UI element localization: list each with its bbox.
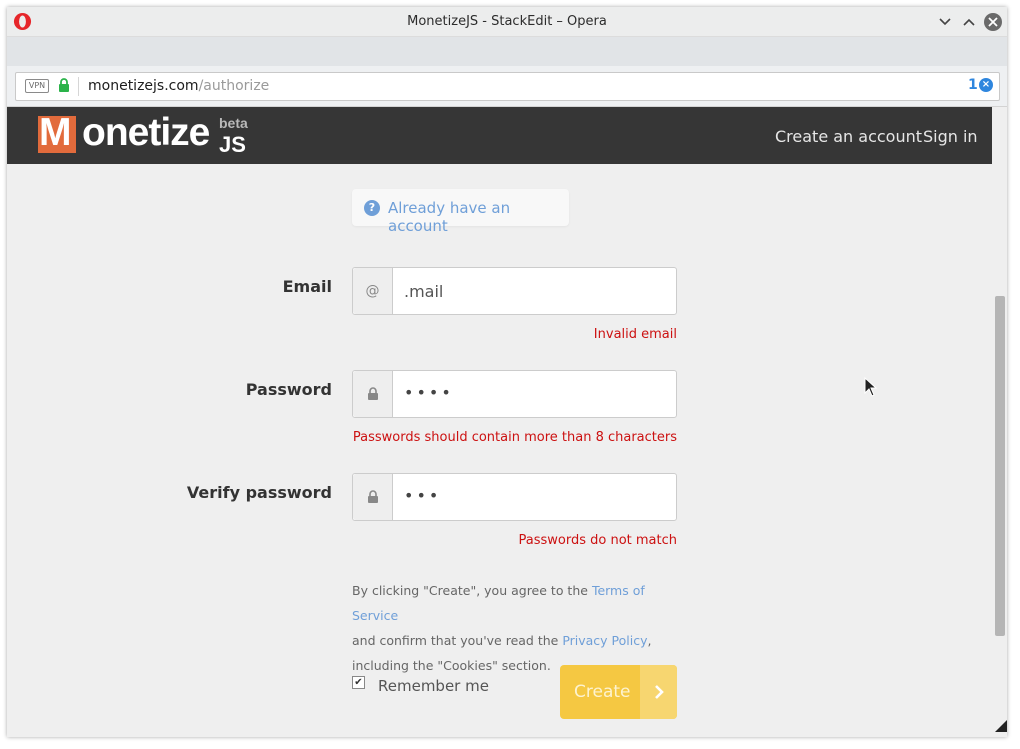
mouse-cursor-icon: [864, 377, 878, 397]
tab-strip: [7, 37, 1007, 66]
adblock-count[interactable]: 1: [968, 77, 978, 93]
url-path: /authorize: [198, 78, 270, 94]
verify-password-input-value: •••: [404, 486, 442, 505]
email-error: Invalid email: [593, 327, 677, 342]
privacy-policy-link[interactable]: Privacy Policy: [562, 633, 647, 648]
url-domain: monetizejs.com: [88, 78, 199, 94]
url-field[interactable]: VPN monetizejs.com/authorize 1 ×: [15, 72, 1000, 101]
create-button[interactable]: Create: [560, 665, 677, 719]
resize-grip-icon[interactable]: [995, 720, 1007, 732]
maximize-button[interactable]: [960, 13, 978, 31]
adblock-icon[interactable]: ×: [979, 78, 993, 92]
chevron-up-icon: [963, 18, 975, 26]
verify-password-label: Verify password: [186, 483, 332, 502]
lock-icon: [353, 371, 393, 417]
address-bar: VPN monetizejs.com/authorize 1 ×: [7, 66, 1007, 107]
nav-create-account-link[interactable]: Create an account: [775, 127, 922, 146]
nav-sign-in-link[interactable]: Sign in: [923, 127, 978, 146]
lock-icon: [353, 474, 393, 520]
chevron-down-icon: [939, 18, 951, 26]
url-text[interactable]: monetizejs.com/authorize: [88, 78, 269, 94]
terms-text-1: By clicking "Create", you agree to the: [352, 583, 592, 598]
logo-beta-tag: beta: [219, 115, 248, 131]
terms-text-2: and confirm that you've read the: [352, 633, 563, 648]
chevron-right-icon: [640, 665, 677, 719]
remember-me-checkbox[interactable]: ✔: [352, 676, 365, 689]
terms-notice: By clicking "Create", you agree to the T…: [352, 578, 692, 678]
site-header: M onetize beta JS Create an account Sign…: [7, 107, 992, 164]
question-icon: ?: [364, 200, 380, 216]
terms-text-4: including the "Cookies" section.: [352, 658, 551, 673]
password-input-value: ••••: [404, 383, 454, 402]
title-bar: MonetizeJS - StackEdit – Opera: [7, 7, 1007, 37]
logo-js-suffix: JS: [219, 132, 246, 157]
secure-lock-icon[interactable]: [58, 78, 70, 93]
password-error: Passwords should contain more than 8 cha…: [352, 430, 677, 445]
email-field[interactable]: @ .mail: [352, 267, 677, 315]
scrollbar-thumb[interactable]: [995, 296, 1005, 636]
minimize-button[interactable]: [936, 13, 954, 31]
terms-text-3: ,: [647, 633, 652, 648]
password-field[interactable]: ••••: [352, 370, 677, 418]
logo-letter-m: M: [39, 111, 71, 154]
remember-me-label[interactable]: Remember me: [378, 677, 489, 695]
url-divider: [78, 77, 79, 96]
at-sign-icon: @: [353, 268, 393, 314]
vpn-badge[interactable]: VPN: [25, 79, 49, 93]
verify-password-error: Passwords do not match: [518, 533, 677, 548]
signup-form-area: ? Already have an account Email @ .mail …: [7, 164, 992, 737]
password-label: Password: [245, 380, 332, 399]
window-title: MonetizeJS - StackEdit – Opera: [407, 14, 607, 29]
already-have-account-button[interactable]: ? Already have an account: [352, 189, 569, 235]
already-have-account-label: Already have an account: [388, 199, 511, 235]
close-button[interactable]: [984, 13, 1002, 31]
email-input-value: .mail: [404, 282, 444, 301]
email-label: Email: [282, 277, 332, 296]
create-button-label: Create: [574, 682, 631, 702]
close-icon: [988, 17, 998, 27]
verify-password-field[interactable]: •••: [352, 473, 677, 521]
logo-wordmark: onetize: [82, 111, 210, 154]
browser-window: MonetizeJS - StackEdit – Opera VPN monet…: [7, 7, 1007, 737]
